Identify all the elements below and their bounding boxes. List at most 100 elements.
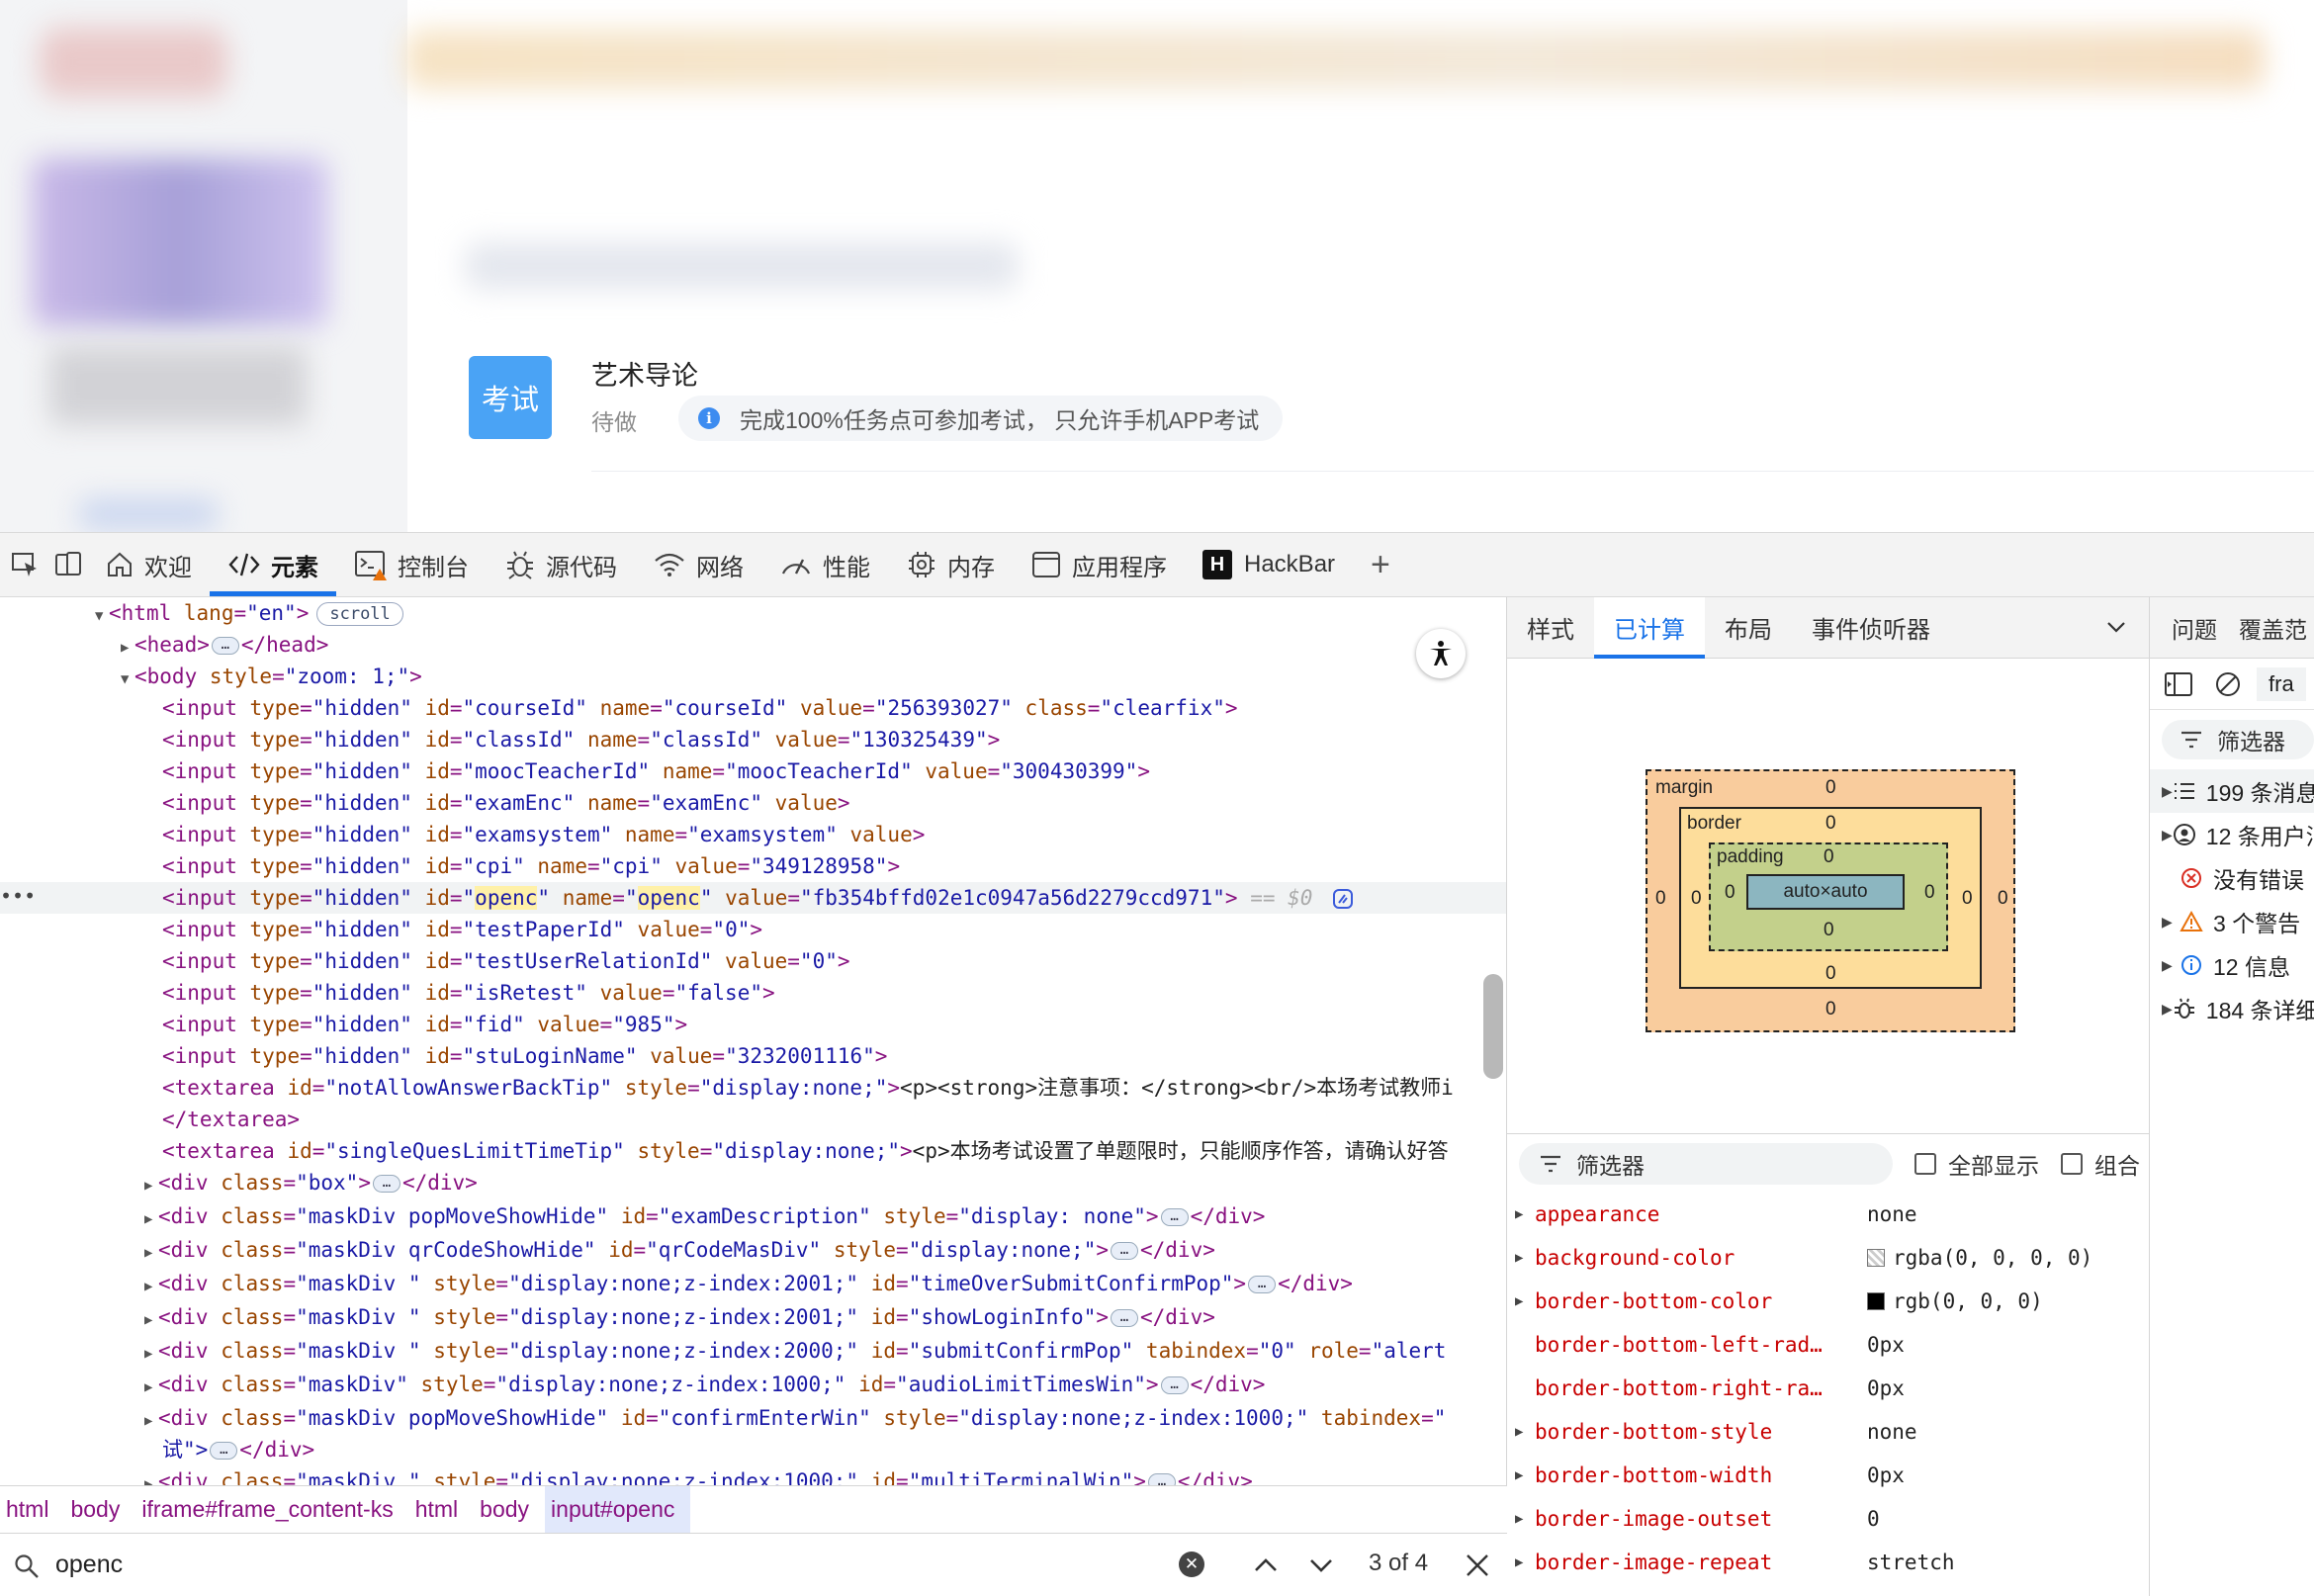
tab-sources[interactable]: 源代码	[487, 533, 635, 596]
expand-triangle-icon[interactable]: ▶	[144, 1338, 158, 1370]
chevron-down-icon[interactable]	[1307, 1552, 1335, 1579]
dom-node-div[interactable]: ▶ <div class="maskDiv popMoveShowHide" id…	[0, 1200, 1506, 1235]
context-selector[interactable]: fra	[2257, 666, 2306, 701]
tab-hackbar[interactable]: H HackBar	[1185, 533, 1353, 596]
dom-node-input[interactable]: <input type="hidden" id="cpi" name="cpi"…	[0, 850, 1506, 882]
expand-triangle-icon[interactable]: ▶	[144, 1203, 158, 1235]
dom-node-input[interactable]: <input type="hidden" id="courseId" name=…	[0, 692, 1506, 724]
chevron-up-icon[interactable]	[1252, 1552, 1280, 1579]
color-swatch[interactable]	[1867, 1249, 1885, 1267]
console-filter[interactable]: 筛选器	[2162, 720, 2314, 759]
ellipsis-icon[interactable]: …	[211, 637, 239, 655]
elements-tree[interactable]: ▼ <html lang="en"> scroll ▶ <head>… </head> …	[0, 597, 1507, 1485]
exam-badge[interactable]: 考试	[469, 356, 552, 439]
close-icon[interactable]	[1464, 1552, 1491, 1579]
breadcrumb-item[interactable]: iframe#frame_content-ks	[135, 1486, 408, 1534]
computed-property[interactable]: ▶ border-bottom-color rgb(0, 0, 0)	[1507, 1280, 2149, 1323]
expand-triangle-icon[interactable]: ▶	[144, 1170, 158, 1201]
dom-node-div[interactable]: ▶ <div class="maskDiv " style="display:no…	[0, 1465, 1506, 1485]
collapse-triangle-icon[interactable]: ▼	[121, 664, 134, 695]
copilot-icon[interactable]	[1331, 887, 1355, 911]
dom-node-input[interactable]: <input type="hidden" id="testUserRelatio…	[0, 945, 1506, 977]
tab-layout[interactable]: 布局	[1705, 597, 1792, 659]
console-group-user[interactable]: ▶ 12 条用户消息	[2150, 813, 2314, 856]
exam-title[interactable]: 艺术导论	[591, 354, 698, 393]
ellipsis-icon[interactable]: …	[1248, 1276, 1277, 1293]
expand-triangle-icon[interactable]: ▶	[144, 1237, 158, 1269]
ellipsis-icon[interactable]: …	[372, 1175, 400, 1193]
ellipsis-icon[interactable]: …	[210, 1442, 238, 1460]
ellipsis-icon[interactable]: …	[1111, 1309, 1138, 1327]
dom-node-div[interactable]: ▶ <div class="maskDiv" style="display:non…	[0, 1369, 1506, 1403]
add-tab-button[interactable]: +	[1371, 546, 1390, 584]
dom-node-input[interactable]: <input type="hidden" id="examsystem" nam…	[0, 819, 1506, 850]
breadcrumb-item-active[interactable]: input#openc	[545, 1485, 691, 1534]
ellipsis-icon[interactable]: …	[1160, 1376, 1189, 1394]
tab-coverage[interactable]: 覆盖范	[2217, 611, 2307, 645]
computed-property[interactable]: ▶ border-image-outset 0	[1507, 1497, 2149, 1541]
tab-network[interactable]: 网络	[635, 533, 761, 596]
dom-node-div-wrap[interactable]: 试">… </div>	[0, 1434, 1506, 1465]
computed-property[interactable]: border-bottom-left-rad… 0px	[1507, 1323, 2149, 1367]
console-group-warnings[interactable]: ▶ 3 个警告	[2150, 900, 2314, 943]
console-group-verbose[interactable]: ▶ 184 条详细消息	[2150, 987, 2314, 1030]
color-swatch[interactable]	[1867, 1292, 1885, 1310]
dom-node-body[interactable]: ▼ <body style="zoom: 1;">	[0, 661, 1506, 695]
dom-node-input[interactable]: <input type="hidden" id="stuLoginName" v…	[0, 1040, 1506, 1072]
dom-node-input[interactable]: <input type="hidden" id="moocTeacherId" …	[0, 755, 1506, 787]
filter-input[interactable]: 筛选器	[1519, 1142, 1893, 1185]
computed-property[interactable]: ▶ background-color rgba(0, 0, 0, 0)	[1507, 1236, 2149, 1280]
sidebar-toggle-icon[interactable]	[2164, 671, 2193, 697]
clear-search-icon[interactable]: ✕	[1179, 1552, 1204, 1577]
dom-node-div[interactable]: ▶ <div class="box">… </div>	[0, 1167, 1506, 1201]
tab-memory[interactable]: 内存	[888, 533, 1013, 596]
dom-node-input[interactable]: <input type="hidden" id="testPaperId" va…	[0, 914, 1506, 945]
accessibility-icon[interactable]	[1416, 629, 1466, 678]
breadcrumb-item[interactable]: body	[474, 1486, 545, 1534]
expand-triangle-icon[interactable]: ▶	[144, 1304, 158, 1336]
dom-node-input[interactable]: <input type="hidden" id="classId" name="…	[0, 724, 1506, 755]
tab-computed[interactable]: 已计算	[1594, 597, 1705, 659]
tab-performance[interactable]: 性能	[761, 533, 888, 596]
dom-node-input-selected[interactable]: <input type="hidden" id="openc" name="op…	[0, 882, 1506, 914]
dom-node-div[interactable]: ▶ <div class="maskDiv " style="display:no…	[0, 1335, 1506, 1370]
computed-property[interactable]: ▶ appearance none	[1507, 1193, 2149, 1236]
console-group-errors[interactable]: 没有错误	[2150, 856, 2314, 900]
expand-triangle-icon[interactable]: ▶	[144, 1468, 158, 1485]
tab-application[interactable]: 应用程序	[1013, 533, 1185, 596]
expand-triangle-icon[interactable]: ▶	[144, 1372, 158, 1403]
computed-property[interactable]: ▶ border-bottom-style none	[1507, 1410, 2149, 1454]
dom-node-textarea[interactable]: <textarea id="singleQuesLimitTimeTip" st…	[0, 1135, 1506, 1167]
ellipsis-icon[interactable]: …	[1111, 1242, 1138, 1260]
breadcrumb-item[interactable]: html	[0, 1486, 64, 1534]
elements-scrollbar[interactable]	[1483, 974, 1503, 1079]
expand-triangle-icon[interactable]: ▶	[121, 632, 134, 664]
dom-node-div[interactable]: ▶ <div class="maskDiv popMoveShowHide" id…	[0, 1402, 1506, 1437]
computed-property[interactable]: ▶ border-image-repeat stretch	[1507, 1541, 2149, 1584]
dom-node-html[interactable]: ▼ <html lang="en"> scroll	[0, 597, 1506, 632]
scroll-badge[interactable]: scroll	[316, 602, 403, 626]
ellipsis-icon[interactable]: …	[1147, 1473, 1176, 1485]
search-input[interactable]	[55, 1551, 1202, 1579]
dom-node-textarea-close[interactable]: </textarea>	[0, 1104, 1506, 1135]
breadcrumb-item[interactable]: html	[409, 1486, 474, 1534]
expand-triangle-icon[interactable]: ▶	[144, 1405, 158, 1437]
clear-console-icon[interactable]	[2213, 669, 2243, 699]
tab-event-listeners[interactable]: 事件侦听器	[1792, 597, 1950, 659]
dom-node-input[interactable]: <input type="hidden" id="examEnc" name="…	[0, 787, 1506, 819]
tab-styles[interactable]: 样式	[1507, 597, 1594, 659]
dom-node-div[interactable]: ▶ <div class="maskDiv qrCodeShowHide" id=…	[0, 1234, 1506, 1269]
collapse-triangle-icon[interactable]: ▼	[95, 600, 109, 632]
dom-node-textarea[interactable]: <textarea id="notAllowAnswerBackTip" sty…	[0, 1072, 1506, 1104]
dom-node-head[interactable]: ▶ <head>… </head>	[0, 629, 1506, 664]
tab-elements[interactable]: 元素	[210, 533, 336, 596]
selected-node-dots[interactable]: •••	[0, 884, 36, 908]
tab-issues[interactable]: 问题	[2150, 611, 2217, 645]
computed-property[interactable]: border-bottom-right-ra… 0px	[1507, 1367, 2149, 1410]
console-group-messages[interactable]: ▶ 199 条消息	[2150, 769, 2314, 813]
inspect-element-icon[interactable]	[6, 546, 44, 583]
dom-node-input[interactable]: <input type="hidden" id="fid" value="985…	[0, 1009, 1506, 1040]
device-emulation-icon[interactable]	[49, 546, 87, 583]
expand-triangle-icon[interactable]: ▶	[144, 1271, 158, 1302]
chevron-down-icon[interactable]	[2104, 615, 2128, 639]
